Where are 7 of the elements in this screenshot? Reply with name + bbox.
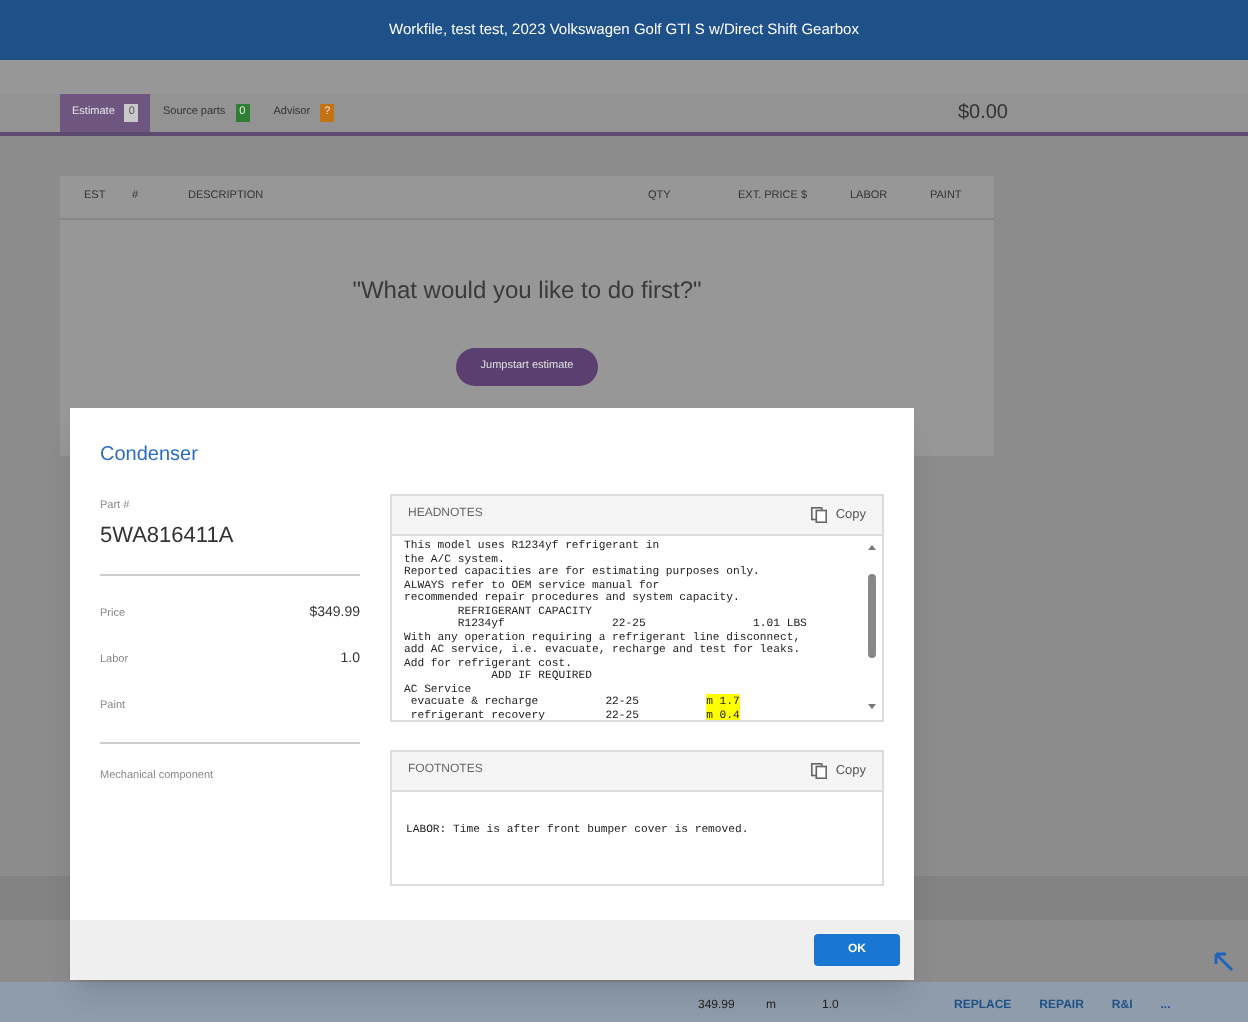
total-amount: $0.00 <box>957 100 1008 128</box>
copy-icon <box>809 506 828 524</box>
expand-arrow-icon[interactable] <box>1212 950 1236 974</box>
prompt-text: "What would you like to do first?" <box>352 274 702 308</box>
part-number: 5WA816411A <box>100 522 236 553</box>
copy-icon <box>809 762 828 780</box>
dialog-title: Condenser <box>100 442 200 470</box>
